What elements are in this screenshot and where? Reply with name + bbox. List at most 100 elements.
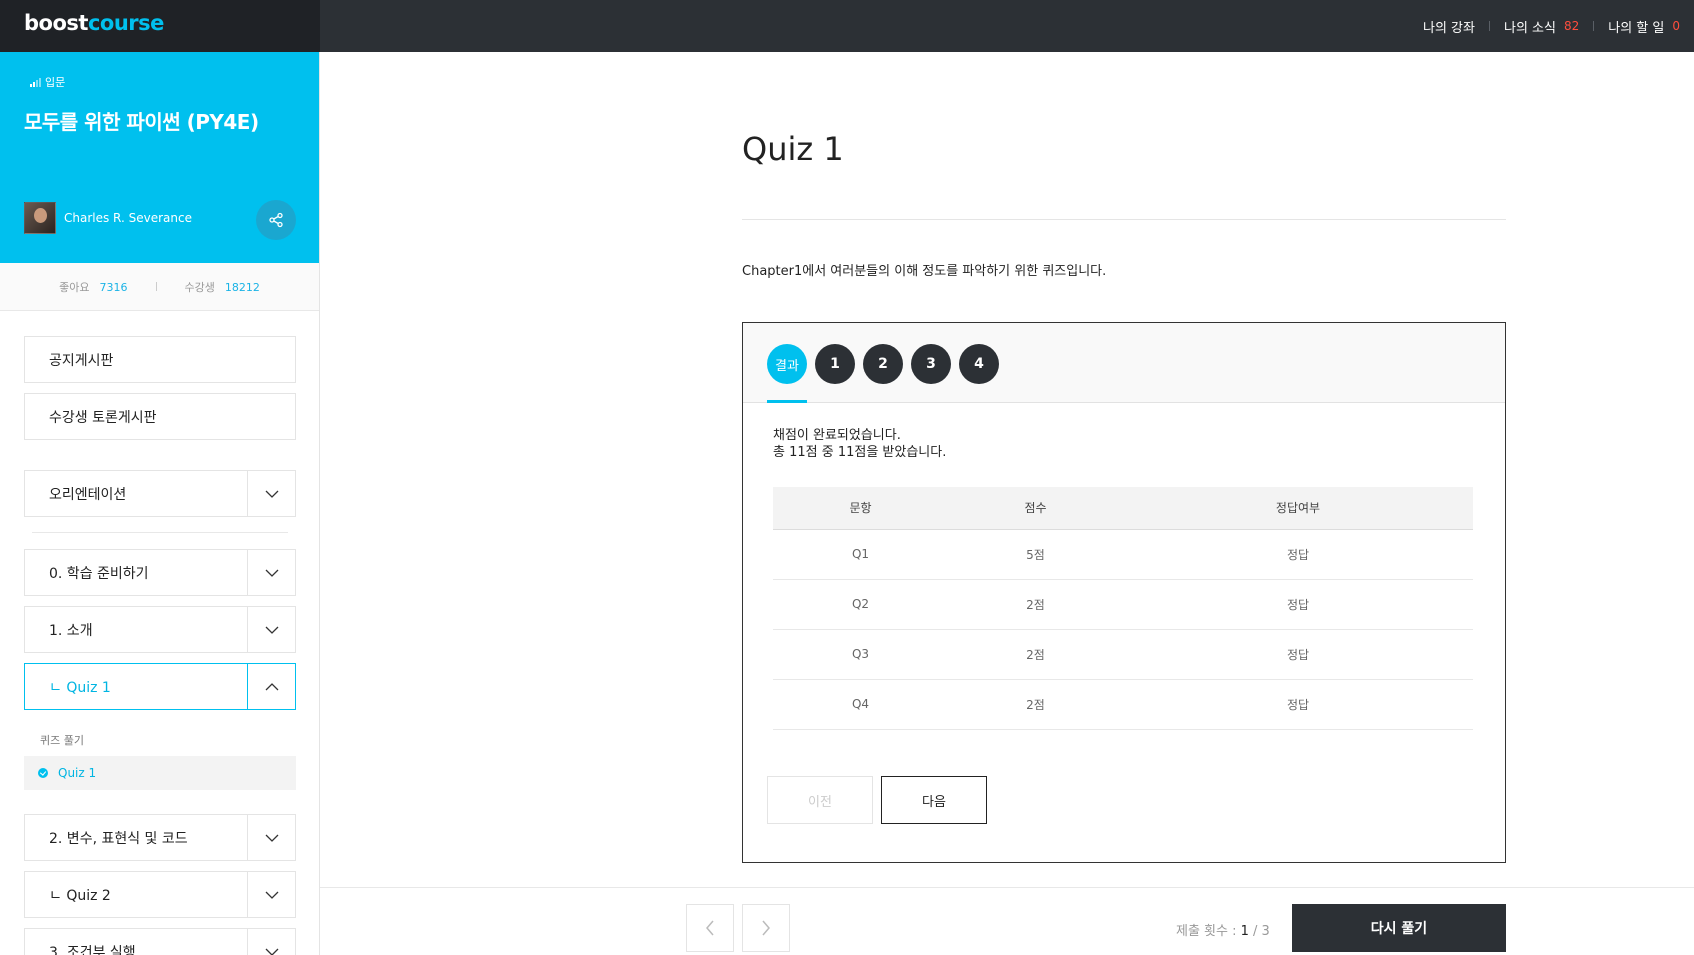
table-header-row: 문항 점수 정답여부 xyxy=(773,487,1473,530)
chevron-up-icon[interactable] xyxy=(247,664,295,709)
course-title: 모두를 위한 파이썬 (PY4E) xyxy=(24,110,259,134)
table-cell: 정답 xyxy=(1123,529,1473,580)
result-message-line-2: 총 11점 중 11점을 받았습니다. xyxy=(773,445,947,460)
table-row: Q1 5점 정답 xyxy=(773,529,1473,580)
submit-count-label: 제출 횟수 : xyxy=(1176,924,1241,939)
course-level: 입문 xyxy=(30,74,65,90)
menu-chapter-3[interactable]: 3. 조건부 실행 xyxy=(24,928,296,955)
table-cell: 5점 xyxy=(948,529,1124,580)
share-icon xyxy=(269,212,283,228)
menu-chapter-1[interactable]: 1. 소개 xyxy=(24,606,296,653)
prev-button[interactable]: 이전 xyxy=(767,776,873,824)
chevron-down-icon[interactable] xyxy=(247,550,295,595)
table-cell: 2점 xyxy=(948,579,1124,630)
students-label: 수강생 xyxy=(184,280,215,294)
stats-separator xyxy=(155,282,157,291)
nav-my-todo[interactable]: 나의 할 일 0 xyxy=(1594,17,1694,36)
title-divider xyxy=(742,219,1506,220)
menu-discussion-board-label: 수강생 토론게시판 xyxy=(49,409,157,426)
tab-result[interactable]: 결과 xyxy=(767,344,807,384)
nav-my-news[interactable]: 나의 소식 82 xyxy=(1490,17,1593,36)
menu-quiz-1-active[interactable]: ㄴ Quiz 1 xyxy=(24,663,296,710)
column-header: 점수 xyxy=(948,487,1124,530)
tab-question-3[interactable]: 3 xyxy=(911,344,951,384)
table-row: Q3 2점 정답 xyxy=(773,629,1473,680)
course-hero: 입문 모두를 위한 파이썬 (PY4E) Charles R. Severanc… xyxy=(0,52,319,263)
nav-my-news-label: 나의 소식 xyxy=(1503,20,1556,36)
submit-count: 제출 횟수 : 1 / 3 xyxy=(1176,920,1270,939)
menu-notice-board[interactable]: 공지게시판 xyxy=(24,336,296,383)
menu-chapter-1-label: 1. 소개 xyxy=(49,622,93,639)
submenu-item-quiz-1[interactable]: Quiz 1 xyxy=(24,756,296,790)
prev-page-button[interactable] xyxy=(686,904,734,952)
result-table: 문항 점수 정답여부 Q1 5점 정답 Q2 2점 정답 Q3 2점 정답 Q4… xyxy=(773,487,1473,730)
table-cell: 정답 xyxy=(1123,579,1473,630)
chevron-down-icon[interactable] xyxy=(247,471,295,516)
menu-quiz-1-label: ㄴ Quiz 1 xyxy=(49,679,111,696)
instructor-avatar xyxy=(24,202,56,234)
table-cell: 2점 xyxy=(948,629,1124,680)
menu-orientation-label: 오리엔테이션 xyxy=(49,486,127,503)
table-cell: 정답 xyxy=(1123,679,1473,730)
column-header: 정답여부 xyxy=(1123,487,1473,530)
chevron-down-icon[interactable] xyxy=(247,872,295,917)
sidebar: 입문 모두를 위한 파이썬 (PY4E) Charles R. Severanc… xyxy=(0,52,320,955)
chevron-down-icon[interactable] xyxy=(247,929,295,955)
nav-my-todo-label: 나의 할 일 xyxy=(1608,20,1665,36)
logo-area: boostcourse xyxy=(0,0,320,52)
nav-my-courses[interactable]: 나의 강좌 xyxy=(1409,17,1489,36)
chevron-down-icon[interactable] xyxy=(247,607,295,652)
nav-my-todo-count: 0 xyxy=(1672,19,1680,33)
menu-chapter-0-label: 0. 학습 준비하기 xyxy=(49,565,149,582)
menu-orientation[interactable]: 오리엔테이션 xyxy=(24,470,296,517)
retry-button[interactable]: 다시 풀기 xyxy=(1292,904,1506,952)
menu-chapter-2-label: 2. 변수, 표현식 및 코드 xyxy=(49,830,188,847)
menu-chapter-3-label: 3. 조건부 실행 xyxy=(49,944,136,955)
menu-divider xyxy=(32,532,288,533)
likes-label: 좋아요 xyxy=(59,280,90,294)
question-tabs-area: 결과 1 2 3 4 xyxy=(743,323,1505,403)
quiz-description: Chapter1에서 여러분들의 이해 정도를 파악하기 위한 퀴즈입니다. xyxy=(742,264,1107,279)
menu-chapter-0[interactable]: 0. 학습 준비하기 xyxy=(24,549,296,596)
tab-question-2[interactable]: 2 xyxy=(863,344,903,384)
table-cell: Q1 xyxy=(773,529,949,580)
table-cell: 정답 xyxy=(1123,629,1473,680)
likes-count: 7316 xyxy=(99,280,128,294)
nav-my-news-count: 82 xyxy=(1563,19,1580,33)
menu-discussion-board[interactable]: 수강생 토론게시판 xyxy=(24,393,296,440)
question-tabs: 결과 1 2 3 4 xyxy=(767,344,999,384)
next-button[interactable]: 다음 xyxy=(881,776,987,824)
students-stat: 수강생 18212 xyxy=(185,279,260,295)
course-stats: 좋아요 7316 수강생 18212 xyxy=(0,263,319,311)
chevron-down-icon[interactable] xyxy=(247,815,295,860)
chevron-right-icon xyxy=(762,920,770,936)
menu-notice-board-label: 공지게시판 xyxy=(49,352,114,369)
bottom-bar: 제출 횟수 : 1 / 3 다시 풀기 xyxy=(320,887,1694,955)
logo-suffix: course xyxy=(87,11,164,35)
course-level-label: 입문 xyxy=(45,76,66,89)
active-tab-indicator xyxy=(767,400,807,403)
share-button[interactable] xyxy=(256,200,296,240)
main-content: Quiz 1 Chapter1에서 여러분들의 이해 정도를 파악하기 위한 퀴… xyxy=(320,52,1694,955)
tab-question-1[interactable]: 1 xyxy=(815,344,855,384)
table-cell: Q4 xyxy=(773,679,949,730)
next-page-button[interactable] xyxy=(742,904,790,952)
submit-count-current: 1 xyxy=(1240,924,1249,939)
instructor[interactable]: Charles R. Severance xyxy=(24,202,192,234)
menu-quiz-2[interactable]: ㄴ Quiz 2 xyxy=(24,871,296,918)
quiz-panel: 결과 1 2 3 4 채점이 완료되었습니다. 총 11점 중 11점을 받았습… xyxy=(742,322,1506,863)
table-row: Q2 2점 정답 xyxy=(773,579,1473,630)
tab-question-4[interactable]: 4 xyxy=(959,344,999,384)
chevron-left-icon xyxy=(706,920,714,936)
table-row: Q4 2점 정답 xyxy=(773,679,1473,730)
result-message-line-1: 채점이 완료되었습니다. xyxy=(773,428,901,443)
top-nav: 나의 강좌 나의 소식 82 나의 할 일 0 xyxy=(1409,0,1694,52)
logo[interactable]: boostcourse xyxy=(24,11,164,35)
page-title: Quiz 1 xyxy=(742,130,844,168)
menu-chapter-2[interactable]: 2. 변수, 표현식 및 코드 xyxy=(24,814,296,861)
likes-stat: 좋아요 7316 xyxy=(59,279,127,295)
menu-quiz-2-label: ㄴ Quiz 2 xyxy=(49,887,111,904)
table-cell: Q2 xyxy=(773,579,949,630)
instructor-name: Charles R. Severance xyxy=(64,211,192,225)
check-circle-icon xyxy=(38,768,48,778)
